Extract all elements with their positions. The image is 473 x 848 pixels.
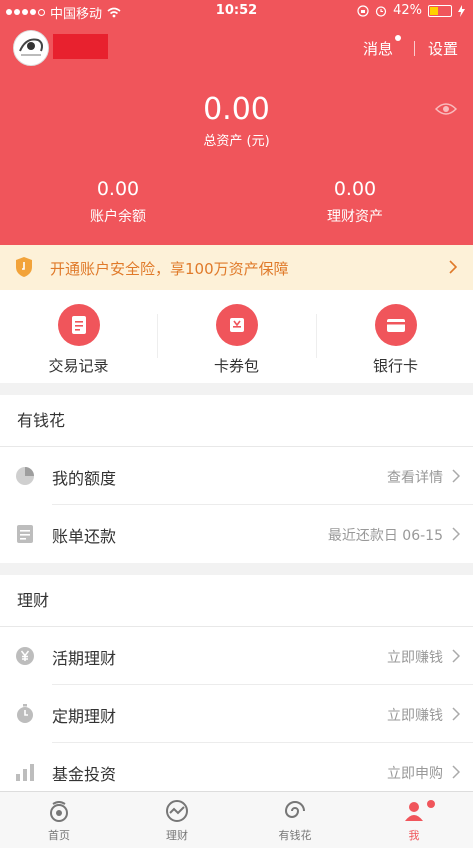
chevron-right-icon (452, 649, 460, 663)
licai-section: 理财 活期理财 立即赚钱 定期理财 立即赚钱 基金投资 立即申购 (0, 575, 473, 801)
section-title: 有钱花 (0, 395, 473, 447)
chevron-right-icon (452, 765, 460, 779)
status-right: 42% (357, 3, 465, 18)
coupon-icon (215, 304, 258, 346)
tab-label: 理财 (166, 829, 188, 842)
insurance-banner[interactable]: 开通账户安全险，享100万资产保障 (0, 245, 473, 290)
bill-repayment-row[interactable]: 账单还款 最近还款日 06-15 (0, 505, 473, 563)
battery-percent: 42% (393, 3, 422, 18)
wealth-icon (118, 798, 236, 824)
divider (413, 41, 415, 56)
coupon-wallet-button[interactable]: 卡券包 (158, 304, 315, 376)
notification-dot (427, 800, 435, 808)
user-icon (355, 798, 473, 824)
total-assets-value: 0.00 (203, 92, 270, 127)
wealth-value: 0.00 (333, 178, 377, 200)
tab-label: 我 (408, 829, 420, 842)
avatar-image (14, 31, 48, 65)
messages-label: 消息 (362, 40, 393, 58)
balance-label: 账户余额 (90, 209, 146, 225)
balance-value: 0.00 (96, 178, 140, 200)
demand-wealth-row[interactable]: 活期理财 立即赚钱 (0, 627, 473, 685)
row-label: 账单还款 (52, 527, 117, 546)
wealth-block[interactable]: 0.00 理财资产 (237, 178, 473, 226)
row-label: 我的额度 (52, 469, 117, 488)
lock-rotation-icon (357, 4, 369, 17)
unread-badge (394, 35, 401, 41)
balance-block[interactable]: 0.00 账户余额 (0, 178, 236, 226)
quick-action-label: 交易记录 (48, 357, 109, 375)
transaction-records-button[interactable]: 交易记录 (0, 304, 157, 376)
home-icon (0, 798, 118, 824)
bank-card-button[interactable]: 银行卡 (317, 304, 473, 376)
settings-button[interactable]: 设置 (428, 38, 458, 59)
username-redacted (53, 34, 108, 59)
row-label: 活期理财 (52, 649, 117, 668)
bank-card-icon (374, 304, 417, 346)
chevron-right-icon (449, 260, 457, 274)
row-value: 立即申购 (387, 766, 443, 782)
quick-action-label: 银行卡 (372, 357, 418, 375)
chevron-right-icon (452, 527, 460, 541)
alarm-icon (375, 5, 387, 17)
row-value: 立即赚钱 (387, 708, 443, 724)
timer-icon (17, 704, 33, 723)
row-label: 定期理财 (52, 707, 117, 726)
total-assets-label: 总资产 (元) (203, 134, 270, 149)
quick-actions: 交易记录 卡券包 银行卡 (0, 290, 473, 383)
status-bar: 中国移动 10:52 42% (0, 0, 473, 22)
tab-bar: 首页 理财 有钱花 我 (0, 791, 473, 848)
row-value: 查看详情 (387, 470, 443, 486)
receipt-icon (57, 304, 100, 346)
spiral-icon (236, 798, 354, 824)
bill-icon (17, 525, 33, 543)
chevron-right-icon (452, 707, 460, 721)
messages-button[interactable]: 消息 (362, 35, 401, 59)
my-credit-row[interactable]: 我的额度 查看详情 (0, 447, 473, 505)
section-title: 理财 (0, 575, 473, 627)
header-links: 消息 设置 (362, 35, 458, 59)
account-header: 消息 设置 0.00 总资产 (元) 0.00 账户余额 0.00 理财资产 (0, 22, 473, 245)
bar-chart-icon (16, 764, 34, 781)
tab-home[interactable]: 首页 (0, 798, 118, 843)
row-value: 立即赚钱 (387, 650, 443, 666)
wealth-label: 理财资产 (327, 209, 383, 225)
youqianhua-section: 有钱花 我的额度 查看详情 账单还款 最近还款日 06-15 (0, 395, 473, 563)
tab-wealth[interactable]: 理财 (118, 798, 236, 843)
yen-icon (16, 647, 34, 665)
tab-me[interactable]: 我 (355, 798, 473, 843)
chevron-right-icon (452, 469, 460, 483)
row-label: 基金投资 (52, 765, 117, 784)
fixed-wealth-row[interactable]: 定期理财 立即赚钱 (0, 685, 473, 743)
banner-text: 开通账户安全险，享100万资产保障 (50, 260, 289, 278)
tab-label: 首页 (48, 829, 70, 842)
battery-icon (428, 4, 452, 17)
tab-label: 有钱花 (278, 829, 312, 842)
shield-icon (16, 257, 32, 277)
pie-chart-icon (16, 467, 34, 485)
eye-icon[interactable] (435, 102, 457, 116)
avatar[interactable] (13, 30, 49, 66)
charging-icon (458, 4, 465, 17)
row-value: 最近还款日 06-15 (327, 528, 443, 544)
tab-youqianhua[interactable]: 有钱花 (236, 798, 354, 843)
quick-action-label: 卡券包 (213, 357, 259, 375)
